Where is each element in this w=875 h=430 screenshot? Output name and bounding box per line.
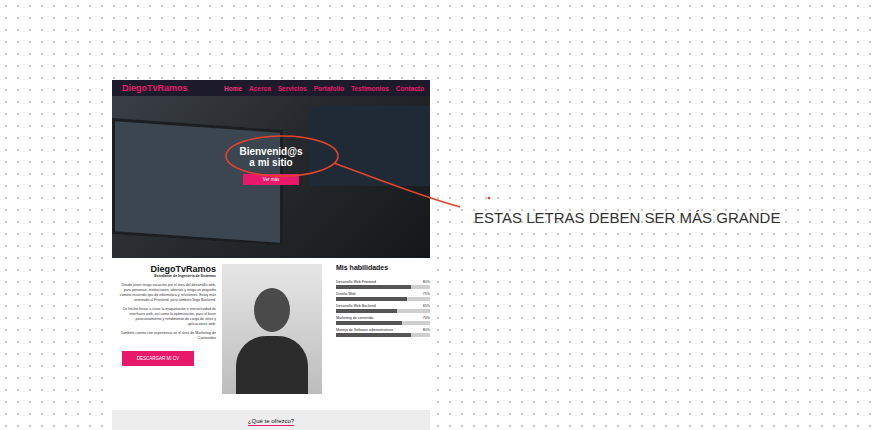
skill-name: Desarrollo Web Frontend [336,280,376,284]
annotation-line-icon [334,163,460,207]
design-canvas: DiegoTvRamos Home Acerca Servicios Portafoli… [0,0,875,430]
hero: Bienvenid@s a mi sitio Ver más [112,96,430,258]
photo-head [254,288,290,332]
skill-percent: 80% [423,280,430,284]
about-subtitle: Estudiante de Ingeniería de Sistemas [154,274,216,278]
brand-logo[interactable]: DiegoTvRamos [122,83,188,93]
nav-link[interactable]: Testimonios [351,85,389,92]
profile-photo [222,264,322,394]
skill-fill [336,285,411,289]
about-text: DiegoTvRamosEstudiante de Ingeniería de … [112,264,216,404]
nav-links: Home Acerca Servicios Portafolio Testimonios… [224,85,424,92]
skill-fill [336,297,407,301]
nav-link[interactable]: Servicios [278,85,307,92]
annotation-note: ESTAS LETRAS DEBEN SER MÁS GRANDE [474,209,780,226]
skill-track [336,309,430,313]
about-name: DiegoTvRamos [150,264,216,274]
website-mockup: DiegoTvRamos Home Acerca Servicios Portafoli… [112,80,430,430]
skill-percent: 75% [423,292,430,296]
skill-percent: 80% [423,328,430,332]
skill-label-row: Manejo de Software administrativos 80% [336,328,430,332]
offer-title: ¿Qué te ofrezco? [248,418,294,426]
skill-fill [336,309,397,313]
skill-row: Desarrollo Web Backend 65% [336,304,430,313]
skill-row: Desarrollo Web Frontend 80% [336,280,430,289]
hero-content: Bienvenid@s a mi sitio Ver más [112,96,430,258]
about-paragraph: También cuento con experiencia en el áre… [116,331,216,341]
skill-label-row: Desarrollo Web Frontend 80% [336,280,430,284]
nav-link[interactable]: Portafolio [314,85,344,92]
nav-link[interactable]: Acerca [249,85,271,92]
skill-name: Desarrollo Web Backend [336,304,376,308]
skill-fill [336,333,411,337]
nav-link[interactable]: Contacto [396,85,424,92]
annotation-dot-icon [488,197,491,200]
skill-percent: 65% [423,304,430,308]
skill-label-row: Diseño Web 75% [336,292,430,296]
skill-percent: 70% [423,316,430,320]
about-paragraph: Desde joven tengo vocación por el área d… [116,283,216,303]
skill-label-row: Marketing de contenido 70% [336,316,430,320]
hero-button[interactable]: Ver más [243,174,299,185]
skill-track [336,333,430,337]
nav-link[interactable]: Home [224,85,242,92]
skill-row: Diseño Web 75% [336,292,430,301]
photo-body [236,336,308,394]
skill-fill [336,321,402,325]
offer-section: ¿Qué te ofrezco? [112,410,430,430]
nav-bar: DiegoTvRamos Home Acerca Servicios Portafoli… [112,80,430,96]
skills: Mis habilidades Desarrollo Web Frontend 80… [328,264,430,404]
skill-track [336,321,430,325]
skill-name: Manejo de Software administrativos [336,328,393,332]
skill-name: Marketing de contenido [336,316,373,320]
hero-title: Bienvenid@s a mi sitio [236,146,306,168]
skill-track [336,285,430,289]
skills-title: Mis habilidades [336,264,430,271]
about-section: DiegoTvRamosEstudiante de Ingeniería de … [112,258,430,404]
about-paragraph: De hecho forzar a crear la maquetación e… [116,307,216,327]
skill-label-row: Desarrollo Web Backend 65% [336,304,430,308]
skill-track [336,297,430,301]
skill-name: Diseño Web [336,292,356,296]
download-cv-button[interactable]: DESCARGAR MI CV [122,351,194,366]
skill-row: Manejo de Software administrativos 80% [336,328,430,337]
skill-row: Marketing de contenido 70% [336,316,430,325]
monitor-shape [310,106,430,186]
annotation-circle-icon [226,136,338,176]
